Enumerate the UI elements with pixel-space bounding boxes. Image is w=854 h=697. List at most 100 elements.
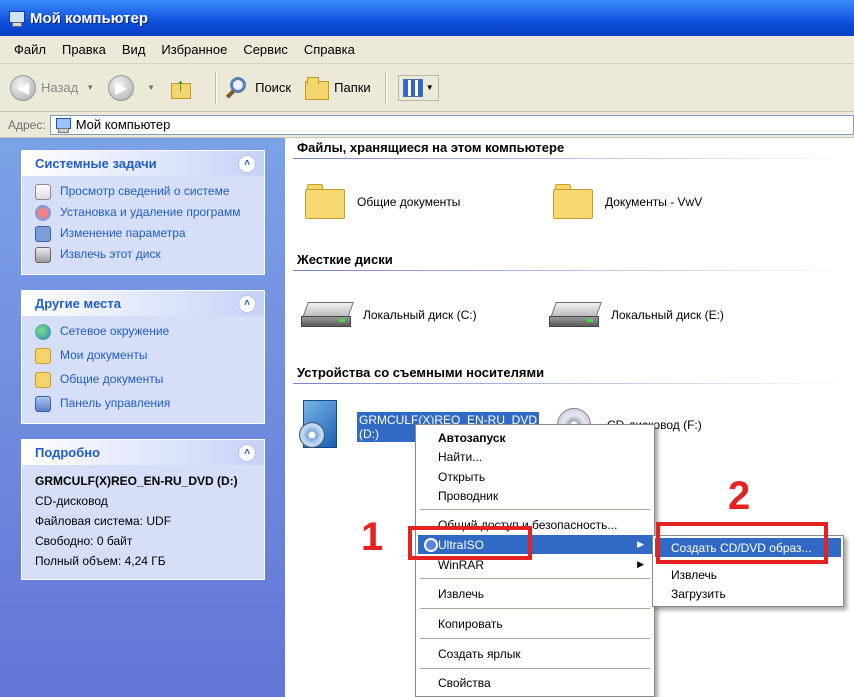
back-button[interactable]: ◀ Назад ▼ <box>10 74 94 101</box>
details-title: Подробно <box>35 445 101 460</box>
place-control-panel[interactable]: Панель управления <box>35 396 252 412</box>
task-add-remove-programs[interactable]: Установка и удаление программ <box>35 205 252 221</box>
folder-icon <box>35 348 51 364</box>
menu-help[interactable]: Справка <box>296 42 363 57</box>
menu-item-open[interactable]: Открыть <box>418 467 652 486</box>
menu-item-explore[interactable]: Проводник <box>418 486 652 505</box>
title-bar[interactable]: Мой компьютер <box>0 0 854 36</box>
section-divider <box>293 270 853 271</box>
annotation-step2: 2 <box>728 474 751 518</box>
task-view-system-info[interactable]: Просмотр сведений о системе <box>35 184 252 200</box>
annotation-step1: 1 <box>361 515 384 559</box>
toolbar-separator <box>384 71 386 104</box>
up-button[interactable]: ↑ <box>169 75 201 101</box>
submenu-item-eject[interactable]: Извлечь <box>655 565 841 584</box>
folder-icon <box>305 183 347 221</box>
address-bar: Адрес: Мой компьютер <box>0 112 854 138</box>
forward-dropdown-icon[interactable]: ▼ <box>147 83 155 92</box>
views-button[interactable]: ▼ <box>397 74 439 101</box>
address-value: Мой компьютер <box>75 117 171 132</box>
details-header[interactable]: Подробно ˄ <box>22 440 264 465</box>
menu-item-find[interactable]: Найти... <box>418 447 652 466</box>
submenu-item-load[interactable]: Загрузить <box>655 584 841 603</box>
search-icon <box>224 75 250 101</box>
collapse-icon[interactable]: ˄ <box>238 294 256 313</box>
user-documents-item[interactable]: Документы - VwV <box>553 183 702 221</box>
system-tasks-header[interactable]: Системные задачи ˄ <box>22 151 264 176</box>
annotation-box-step2 <box>656 522 828 564</box>
submenu-arrow-icon: ▶ <box>637 559 644 569</box>
section-removable-header: Устройства со съемными носителями <box>297 365 545 380</box>
menu-separator <box>420 668 650 669</box>
toolbar-separator <box>215 71 217 104</box>
folder-icon <box>35 372 51 388</box>
views-icon <box>402 78 423 97</box>
drive-c-label: Локальный диск (C:) <box>363 308 477 322</box>
menu-view[interactable]: Вид <box>114 42 154 57</box>
menu-item-eject[interactable]: Извлечь <box>418 584 652 603</box>
details-filesystem: Файловая система: UDF <box>35 514 172 528</box>
menu-tools[interactable]: Сервис <box>235 42 296 57</box>
window-title: Мой компьютер <box>30 9 148 27</box>
details-box: Подробно ˄ GRMCULF(X)REO_EN-RU_DVD (D:) … <box>21 439 265 580</box>
back-arrow-icon: ◀ <box>10 74 36 101</box>
address-label: Адрес: <box>8 117 46 132</box>
system-info-icon <box>35 184 51 200</box>
system-tasks-title: Системные задачи <box>35 156 157 171</box>
place-my-documents[interactable]: Мои документы <box>35 348 252 364</box>
hard-drive-icon <box>301 298 357 332</box>
drive-e-label: Локальный диск (E:) <box>611 308 724 322</box>
shared-documents-item[interactable]: Общие документы <box>305 183 460 221</box>
views-dropdown-icon: ▼ <box>425 83 434 92</box>
menu-separator <box>420 578 650 579</box>
task-pane: Системные задачи ˄ Просмотр сведений о с… <box>0 138 285 697</box>
control-panel-icon <box>35 226 51 242</box>
section-hdd-header: Жесткие диски <box>297 252 393 267</box>
menu-item-create-shortcut[interactable]: Создать ярлык <box>418 644 652 663</box>
menu-separator <box>420 509 650 510</box>
folders-button[interactable]: Папки <box>305 76 371 100</box>
add-remove-icon <box>35 205 51 221</box>
menu-favorites[interactable]: Избранное <box>153 42 235 57</box>
my-computer-icon <box>55 117 71 133</box>
collapse-icon[interactable]: ˄ <box>238 154 256 173</box>
control-panel-icon <box>35 396 51 412</box>
other-places-header[interactable]: Другие места ˄ <box>22 291 264 316</box>
forward-arrow-icon: ▶ <box>108 74 135 101</box>
drive-e-item[interactable]: Локальный диск (E:) <box>549 298 724 332</box>
submenu-arrow-icon: ▶ <box>637 539 644 549</box>
search-button[interactable]: Поиск <box>224 75 291 101</box>
back-dropdown-icon[interactable]: ▼ <box>86 83 94 92</box>
task-change-setting[interactable]: Изменение параметра <box>35 226 252 242</box>
menu-item-copy[interactable]: Копировать <box>418 614 652 633</box>
toolbar: ◀ Назад ▼ ▶ ▼ ↑ Поиск Папки ▼ <box>0 64 854 112</box>
place-shared-documents[interactable]: Общие документы <box>35 372 252 388</box>
details-total: Полный объем: 4,24 ГБ <box>35 554 166 568</box>
user-documents-label: Документы - VwV <box>605 195 703 209</box>
menu-file[interactable]: Файл <box>6 42 54 57</box>
section-divider <box>293 158 853 159</box>
details-free: Свободно: 0 байт <box>35 534 133 548</box>
back-label: Назад <box>41 80 79 95</box>
section-files-header: Файлы, хранящиеся на этом компьютере <box>297 140 565 155</box>
annotation-box-step1 <box>408 526 532 560</box>
menu-item-autorun[interactable]: Автозапуск <box>418 428 652 447</box>
folder-icon <box>553 183 595 221</box>
menu-item-properties[interactable]: Свойства <box>418 673 652 692</box>
menu-separator <box>420 608 650 609</box>
forward-button[interactable]: ▶ ▼ <box>108 74 155 101</box>
search-label: Поиск <box>255 80 292 95</box>
other-places-box: Другие места ˄ Сетевое окружение Мои док… <box>21 290 265 424</box>
folders-label: Папки <box>334 80 371 95</box>
context-menu: Автозапуск Найти... Открыть Проводник Об… <box>415 424 655 697</box>
drive-c-item[interactable]: Локальный диск (C:) <box>301 298 477 332</box>
collapse-icon[interactable]: ˄ <box>238 443 256 462</box>
network-icon <box>35 324 51 340</box>
menu-edit[interactable]: Правка <box>54 42 114 57</box>
details-type: CD-дисковод <box>35 494 108 508</box>
address-field[interactable]: Мой компьютер <box>49 114 854 135</box>
task-eject-disk[interactable]: Извлечь этот диск <box>35 247 252 263</box>
dvd-disc-icon <box>299 400 343 454</box>
place-network[interactable]: Сетевое окружение <box>35 324 252 340</box>
folders-icon <box>305 76 330 100</box>
